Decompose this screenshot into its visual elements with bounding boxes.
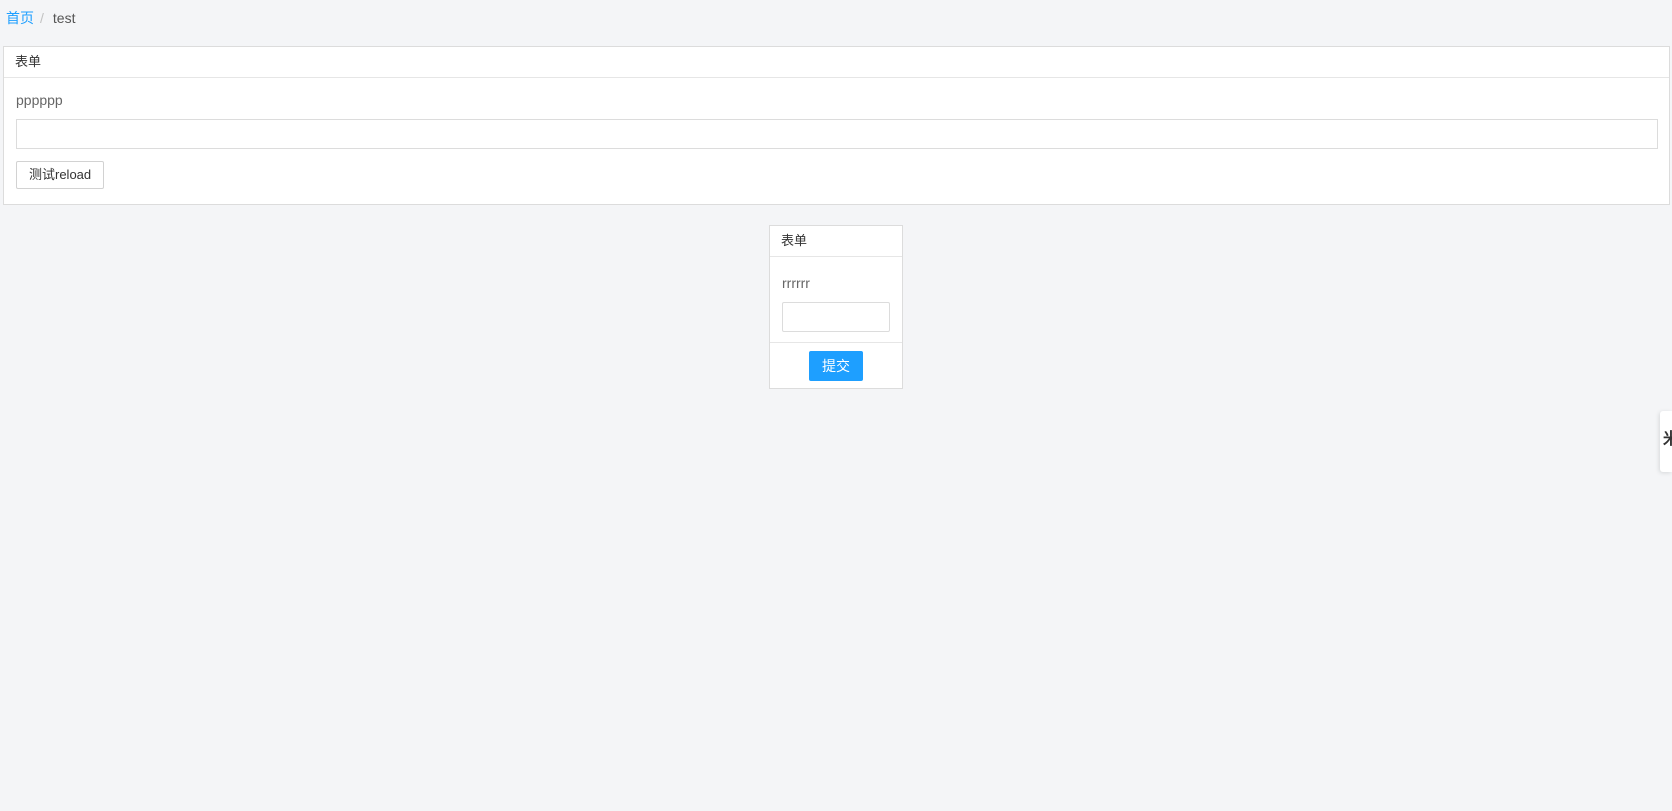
- mid-form-card: 表单 rrrrrr 提交: [769, 225, 903, 389]
- mid-form-input[interactable]: [782, 302, 890, 332]
- submit-button[interactable]: 提交: [809, 351, 863, 381]
- breadcrumb: 首页 / test: [6, 8, 75, 28]
- breadcrumb-current: test: [52, 10, 76, 26]
- mid-form-body: rrrrrr: [770, 257, 902, 332]
- breadcrumb-separator: /: [40, 10, 44, 26]
- top-form-input[interactable]: [16, 119, 1658, 149]
- reload-button[interactable]: 测试reload: [16, 161, 105, 189]
- breadcrumb-home-link[interactable]: 首页: [6, 10, 34, 26]
- mid-form-footer: 提交: [770, 342, 902, 388]
- top-form-card: 表单 pppppp 测试reload: [3, 46, 1670, 205]
- side-drawer-tab[interactable]: 米: [1660, 411, 1672, 472]
- top-form-title: 表单: [4, 47, 1669, 78]
- side-tab-icon: 米: [1663, 431, 1672, 448]
- mid-form-field-label: rrrrrr: [782, 275, 810, 291]
- top-form-field-label: pppppp: [16, 92, 63, 108]
- mid-form-title: 表单: [770, 226, 902, 257]
- top-form-body: pppppp 测试reload: [4, 78, 1669, 189]
